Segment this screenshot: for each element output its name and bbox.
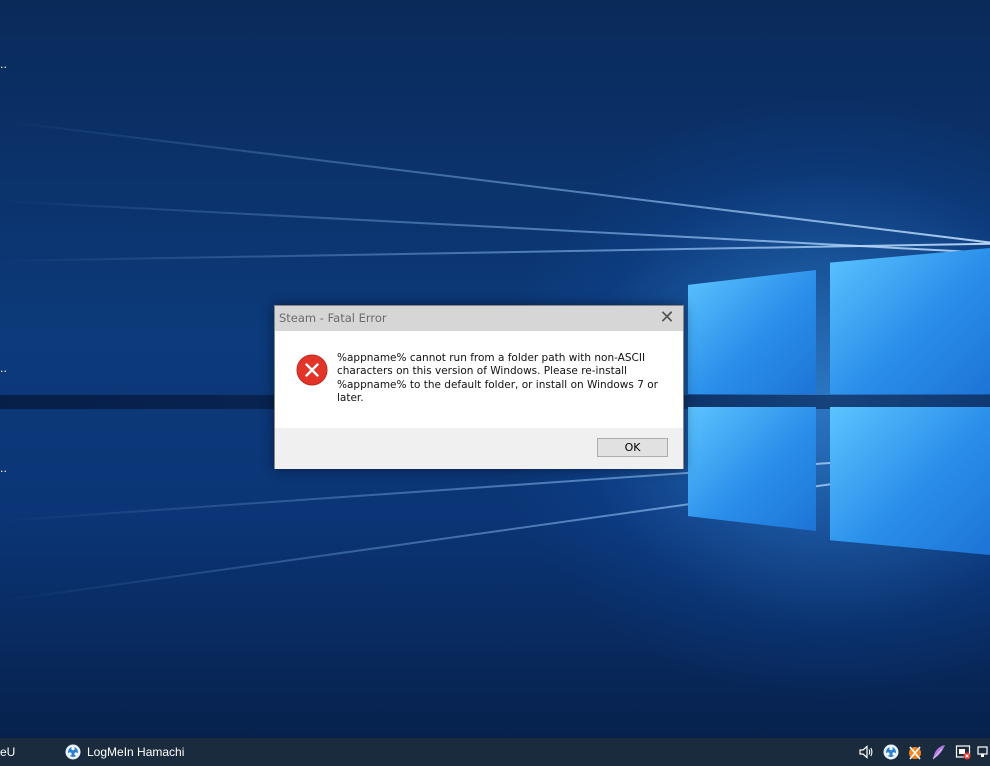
- desktop-icon-label[interactable]: ..: [0, 462, 7, 475]
- feather-icon[interactable]: [931, 744, 947, 760]
- error-message: %appname% cannot run from a folder path …: [337, 352, 658, 405]
- hamachi-tray-icon[interactable]: [883, 744, 899, 760]
- windows-logo-pane: [830, 407, 990, 555]
- windows-logo-pane: [688, 407, 816, 531]
- taskbar-app-hamachi[interactable]: LogMeIn Hamachi: [87, 745, 184, 759]
- windows-logo-pane: [830, 248, 990, 394]
- taskbar-item-partial[interactable]: eU: [0, 745, 15, 759]
- desktop-icon-label[interactable]: ..: [0, 362, 7, 375]
- security-alert-icon[interactable]: [955, 744, 971, 760]
- taskbar: eU LogMeIn Hamachi: [0, 738, 990, 766]
- fatal-error-dialog: Steam - Fatal Error ✕ %appname% cannot r…: [274, 305, 684, 469]
- error-icon: [296, 354, 328, 386]
- ok-button[interactable]: OK: [597, 438, 668, 457]
- hamachi-icon[interactable]: [65, 744, 81, 760]
- dialog-title: Steam - Fatal Error: [279, 311, 387, 325]
- desktop-icon-label[interactable]: ..: [0, 58, 7, 71]
- close-button[interactable]: ✕: [651, 306, 683, 331]
- avast-icon[interactable]: [907, 744, 923, 760]
- volume-icon[interactable]: [858, 744, 874, 760]
- light-beam: [0, 242, 990, 262]
- dialog-titlebar[interactable]: Steam - Fatal Error ✕: [275, 306, 683, 331]
- windows-logo-pane: [688, 270, 816, 394]
- network-icon[interactable]: [976, 744, 990, 760]
- dialog-footer: OK: [275, 428, 683, 469]
- light-beam: [0, 120, 990, 249]
